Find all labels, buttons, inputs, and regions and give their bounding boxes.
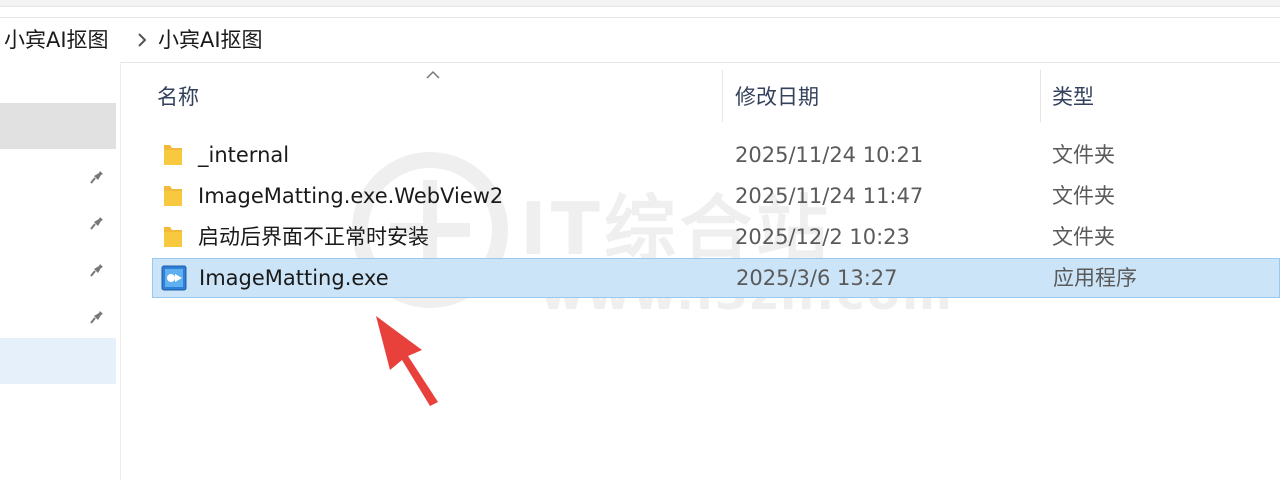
file-date: 2025/12/2 10:23 [735,225,910,249]
pin-icon[interactable] [88,304,110,326]
file-date: 2025/11/24 11:47 [735,184,924,208]
folder-icon [164,145,182,165]
navigation-pane[interactable] [0,62,121,480]
file-name: 启动后界面不正常时安装 [198,225,429,249]
pin-icon[interactable] [88,257,110,279]
file-date: 2025/3/6 13:27 [736,266,898,290]
folder-icon [164,227,182,247]
column-header-name[interactable]: 名称 [157,84,199,110]
title-strip [0,0,1280,7]
file-type: 应用程序 [1053,266,1137,290]
file-row[interactable]: ImageMatting.exe.WebView2 2025/11/24 11:… [152,176,1280,216]
column-header-type[interactable]: 类型 [1052,84,1094,110]
file-type: 文件夹 [1052,225,1115,249]
column-header-row: 名称 修改日期 类型 [120,70,1280,122]
pin-icon[interactable] [88,210,110,232]
file-name: ImageMatting.exe.WebView2 [198,184,504,208]
breadcrumb[interactable]: 小宾AI抠图 小宾AI抠图 [0,17,1280,63]
red-arrow-icon [376,316,438,406]
pin-icon[interactable] [88,164,110,186]
file-row[interactable]: 启动后界面不正常时安装 2025/12/2 10:23 文件夹 [152,217,1280,257]
file-row[interactable]: _internal 2025/11/24 10:21 文件夹 [152,135,1280,175]
file-row-selected[interactable]: ImageMatting.exe 2025/3/6 13:27 应用程序 [152,258,1280,298]
app-exe-icon [161,265,187,291]
file-type: 文件夹 [1052,143,1115,167]
file-type: 文件夹 [1052,184,1115,208]
file-date: 2025/11/24 10:21 [735,143,924,167]
file-name: ImageMatting.exe [199,266,389,290]
chevron-right-icon[interactable] [133,31,151,49]
sort-ascending-icon [426,70,440,79]
column-divider[interactable] [1040,70,1041,122]
nav-item-current[interactable] [0,338,116,384]
file-name: _internal [198,143,290,167]
column-divider[interactable] [722,70,723,122]
nav-item-selected[interactable] [0,103,116,149]
column-header-date[interactable]: 修改日期 [735,84,819,110]
breadcrumb-item-root[interactable]: 小宾AI抠图 [4,27,109,53]
folder-icon [164,186,182,206]
breadcrumb-item-current[interactable]: 小宾AI抠图 [158,27,263,53]
